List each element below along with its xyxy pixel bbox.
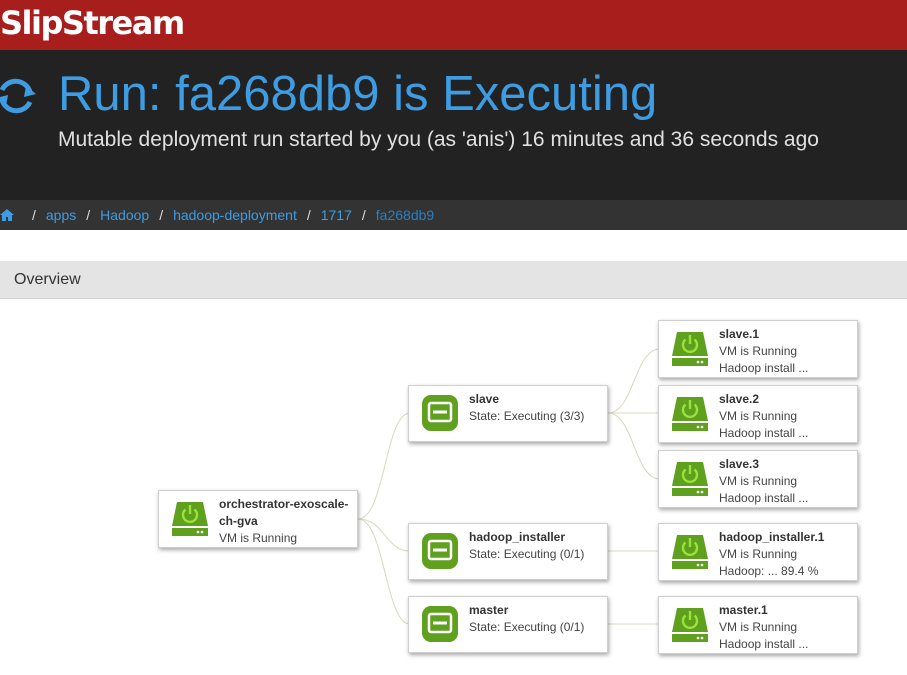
- node-title: master.1: [719, 603, 768, 617]
- group-node-slave[interactable]: slave State: Executing (3/3): [408, 385, 608, 442]
- node-title: hadoop_installer.1: [719, 530, 825, 544]
- node-status: VM is Running: [719, 409, 798, 423]
- node-group-icon: [422, 533, 458, 569]
- node-title: hadoop_installer: [469, 530, 566, 544]
- node-detail: Hadoop install ...: [719, 361, 809, 375]
- link-orchestrator-hadoop-installer: [357, 518, 411, 552]
- node-title: slave.2: [719, 392, 760, 406]
- group-node-hadoop-installer[interactable]: hadoop_installer State: Executing (0/1): [408, 523, 608, 580]
- vm-node-slave-1[interactable]: slave.1 VM is Running Hadoop install ...: [658, 320, 858, 378]
- vm-node-slave-2[interactable]: slave.2 VM is Running Hadoop install ...: [658, 385, 858, 443]
- node-title: slave.1: [719, 327, 760, 341]
- node-status: VM is Running: [719, 474, 798, 488]
- orchestrator-node[interactable]: orchestrator-exoscale-ch-gva VM is Runni…: [158, 490, 358, 548]
- vm-node-master-1[interactable]: master.1 VM is Running Hadoop install ..…: [658, 596, 858, 654]
- node-title: orchestrator-exoscale-ch-gva: [219, 497, 349, 528]
- node-detail: Hadoop install ...: [719, 426, 809, 440]
- node-detail: Hadoop install ...: [719, 637, 809, 651]
- vm-node-hadoop-installer-1[interactable]: hadoop_installer.1 VM is Running Hadoop:…: [658, 523, 858, 581]
- link-slave-slave1: [607, 348, 661, 414]
- node-group-icon: [422, 606, 458, 642]
- node-title: slave: [469, 392, 500, 406]
- node-state: State: Executing (0/1): [469, 620, 585, 634]
- vm-power-icon: [672, 608, 708, 642]
- node-state: State: Executing (3/3): [469, 409, 585, 423]
- link-orchestrator-slave: [357, 412, 411, 520]
- vm-power-icon: [672, 535, 708, 569]
- vm-power-icon: [672, 462, 708, 496]
- node-title: slave.3: [719, 457, 760, 471]
- node-detail: Hadoop install ...: [719, 491, 809, 505]
- node-detail: Hadoop: ... 89.4 %: [719, 564, 819, 578]
- node-status: VM is Running: [719, 344, 798, 358]
- node-status: VM is Running: [719, 547, 798, 561]
- node-status: VM is Running: [719, 620, 798, 634]
- node-state: State: Executing (0/1): [469, 547, 585, 561]
- node-title: master: [469, 603, 509, 617]
- node-group-icon: [422, 395, 458, 431]
- vm-node-slave-3[interactable]: slave.3 VM is Running Hadoop install ...: [658, 450, 858, 508]
- link-slave-slave3: [607, 412, 661, 480]
- group-node-master[interactable]: master State: Executing (0/1): [408, 596, 608, 653]
- vm-power-icon: [672, 332, 708, 366]
- vm-power-icon: [172, 502, 208, 536]
- node-status: VM is Running: [219, 531, 298, 545]
- vm-power-icon: [672, 397, 708, 431]
